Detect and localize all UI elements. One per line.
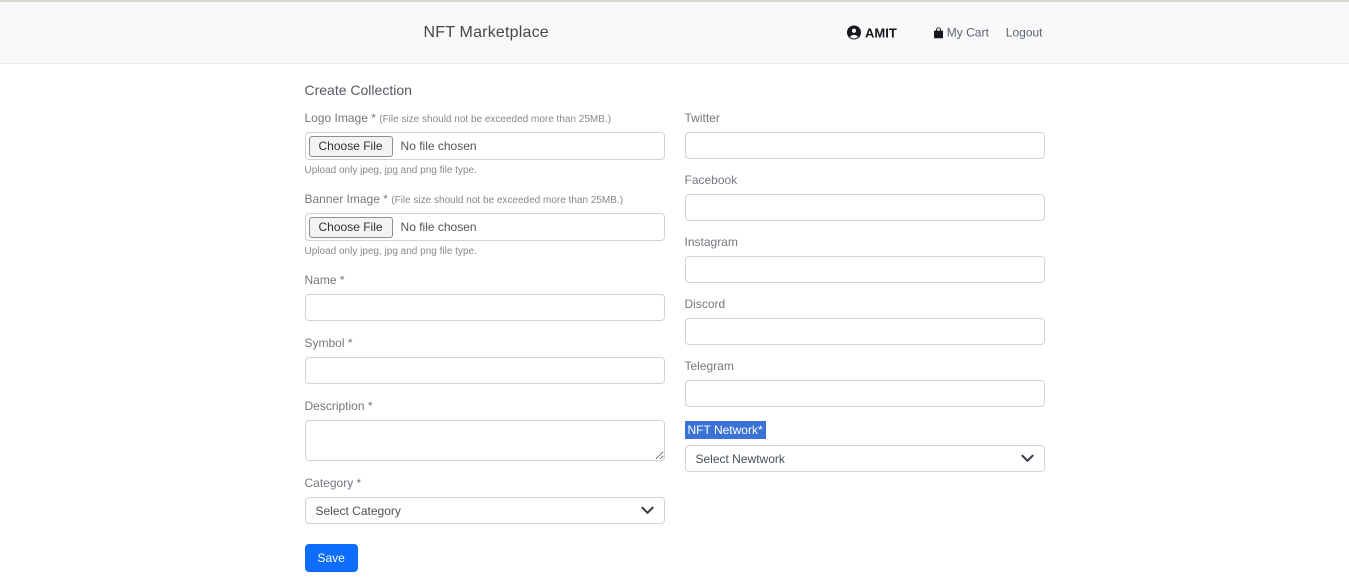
twitter-input[interactable] <box>685 132 1045 159</box>
logo-file-status: No file chosen <box>401 139 477 153</box>
my-cart-link[interactable]: My Cart <box>932 26 989 40</box>
shopping-bag-icon <box>932 26 945 39</box>
logo-choose-file-button[interactable]: Choose File <box>309 136 393 157</box>
logout-link[interactable]: Logout <box>1006 26 1043 40</box>
logo-file-helper: Upload only jpeg, jpg and png file type. <box>305 165 665 176</box>
symbol-field: Symbol * <box>305 336 665 384</box>
description-label: Description * <box>305 399 665 413</box>
header: NFT Marketplace AMIT My Ca <box>0 0 1349 64</box>
discord-input[interactable] <box>685 318 1045 345</box>
chevron-down-icon <box>641 502 654 520</box>
logo-image-label: Logo Image * (File size should not be ex… <box>305 111 665 125</box>
nft-network-selected-value: Select Newtwork <box>696 452 785 466</box>
brand-title: NFT Marketplace <box>424 24 549 42</box>
form-columns: Logo Image * (File size should not be ex… <box>305 111 1045 572</box>
header-inner: NFT Marketplace AMIT My Ca <box>305 2 1045 63</box>
description-textarea[interactable] <box>305 420 665 461</box>
save-button[interactable]: Save <box>305 544 358 572</box>
telegram-input[interactable] <box>685 380 1045 407</box>
banner-choose-file-button[interactable]: Choose File <box>309 217 393 238</box>
instagram-label: Instagram <box>685 235 1045 249</box>
person-circle-icon <box>847 26 861 40</box>
right-column: Twitter Facebook Instagram Discord Teleg… <box>685 111 1045 572</box>
nft-network-select[interactable]: Select Newtwork <box>685 445 1045 472</box>
chevron-down-icon <box>1021 450 1034 468</box>
name-field: Name * <box>305 273 665 321</box>
twitter-field: Twitter <box>685 111 1045 159</box>
symbol-label: Symbol * <box>305 336 665 350</box>
banner-file-helper: Upload only jpeg, jpg and png file type. <box>305 246 665 257</box>
discord-field: Discord <box>685 297 1045 345</box>
facebook-label: Facebook <box>685 173 1045 187</box>
banner-image-label: Banner Image * (File size should not be … <box>305 192 665 206</box>
facebook-input[interactable] <box>685 194 1045 221</box>
banner-file-status: No file chosen <box>401 220 477 234</box>
category-label: Category * <box>305 476 665 490</box>
logo-image-field: Logo Image * (File size should not be ex… <box>305 111 665 176</box>
header-nav: AMIT My Cart Logout <box>847 25 1042 40</box>
name-label: Name * <box>305 273 665 287</box>
twitter-label: Twitter <box>685 111 1045 125</box>
logo-image-size-note: (File size should not be exceeded more t… <box>379 114 611 125</box>
user-menu[interactable]: AMIT <box>847 25 897 40</box>
banner-file-input[interactable]: Choose File No file chosen <box>305 213 665 241</box>
banner-image-size-note: (File size should not be exceeded more t… <box>391 195 623 206</box>
banner-image-label-text: Banner Image * <box>305 192 388 206</box>
telegram-field: Telegram <box>685 359 1045 407</box>
symbol-input[interactable] <box>305 357 665 384</box>
nft-network-field: NFT Network* Select Newtwork <box>685 421 1045 472</box>
instagram-field: Instagram <box>685 235 1045 283</box>
category-selected-value: Select Category <box>316 504 401 518</box>
telegram-label: Telegram <box>685 359 1045 373</box>
page-title: Create Collection <box>305 82 1045 98</box>
nft-network-label: NFT Network* <box>685 421 766 439</box>
create-collection-page: Create Collection Logo Image * (File siz… <box>305 64 1045 572</box>
logo-file-input[interactable]: Choose File No file chosen <box>305 132 665 160</box>
my-cart-label: My Cart <box>947 26 989 40</box>
category-field: Category * Select Category <box>305 476 665 524</box>
logo-image-label-text: Logo Image * <box>305 111 376 125</box>
instagram-input[interactable] <box>685 256 1045 283</box>
facebook-field: Facebook <box>685 173 1045 221</box>
category-select[interactable]: Select Category <box>305 497 665 524</box>
user-name: AMIT <box>865 25 897 40</box>
left-column: Logo Image * (File size should not be ex… <box>305 111 665 572</box>
banner-image-field: Banner Image * (File size should not be … <box>305 192 665 257</box>
description-field: Description * <box>305 399 665 461</box>
name-input[interactable] <box>305 294 665 321</box>
discord-label: Discord <box>685 297 1045 311</box>
